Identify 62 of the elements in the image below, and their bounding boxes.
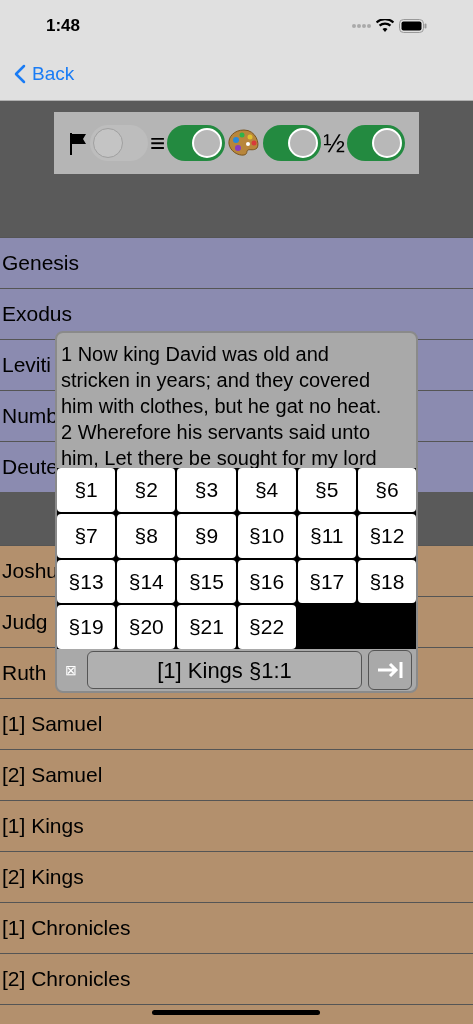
- verse-text-line: 2 Wherefore his servants said unto: [61, 420, 372, 445]
- book-row[interactable]: [2] Kings: [0, 851, 473, 902]
- flag-icon: [68, 131, 89, 155]
- book-title: Exodus: [2, 301, 73, 328]
- chapter-button[interactable]: §6: [357, 468, 416, 512]
- book-title: Ruth: [2, 660, 47, 687]
- chapter-button[interactable]: §17: [297, 559, 356, 604]
- chapter-button[interactable]: §13: [57, 559, 116, 604]
- book-row[interactable]: [2] Chronicles: [0, 953, 473, 1004]
- chapter-button[interactable]: §11: [297, 513, 356, 558]
- book-title: Genesis: [2, 250, 80, 277]
- book-row[interactable]: Genesis: [0, 237, 473, 288]
- book-row[interactable]: [1] Samuel: [0, 698, 473, 749]
- book-row[interactable]: [1] Chronicles: [0, 902, 473, 953]
- verse-text-line: him, Let there be sought for my lord: [61, 446, 378, 471]
- chapter-button[interactable]: §12: [357, 513, 416, 558]
- status-time: 1:48: [46, 15, 81, 38]
- toggle-label: ≡: [150, 130, 166, 156]
- chapter-button[interactable]: §20: [117, 605, 176, 649]
- toggle-label: ½: [323, 130, 345, 156]
- book-title: Leviti: [2, 352, 52, 379]
- chapter-button[interactable]: §16: [237, 559, 296, 604]
- book-title: Deute: [2, 454, 59, 481]
- go-button[interactable]: [368, 650, 412, 690]
- palette-icon: [227, 128, 262, 158]
- reference-field[interactable]: [1] Kings §1:1: [86, 651, 363, 689]
- book-title: [1] Chronicles: [2, 915, 131, 942]
- chapter-button[interactable]: §7: [57, 513, 116, 558]
- chapter-button[interactable]: §10: [237, 513, 296, 558]
- chapter-button[interactable]: §21: [177, 605, 236, 649]
- book-title: [2] Kings: [2, 864, 84, 891]
- chapter-button[interactable]: §9: [177, 513, 236, 558]
- wifi-icon: [376, 19, 394, 33]
- toggle-switch[interactable]: [263, 125, 322, 161]
- book-title: [1] Kings: [2, 813, 84, 840]
- chapter-button[interactable]: §14: [117, 559, 176, 604]
- chapter-button[interactable]: §19: [57, 605, 116, 649]
- chapter-button[interactable]: §5: [297, 468, 356, 512]
- book-title: [2] Chronicles: [2, 966, 131, 993]
- chapter-button[interactable]: §8: [117, 513, 176, 558]
- signal-icon: [351, 23, 371, 29]
- chapter-button[interactable]: §3: [177, 468, 236, 512]
- verse-text-line: 1 Now king David was old and: [61, 342, 330, 367]
- toggle-switch[interactable]: [90, 125, 149, 161]
- book-title: Judg: [2, 609, 48, 636]
- chapter-button[interactable]: §1: [57, 468, 116, 512]
- chapter-button[interactable]: §22: [237, 605, 296, 649]
- book-title: [2] Samuel: [2, 762, 103, 789]
- battery-icon: [399, 19, 427, 33]
- chapter-button[interactable]: §2: [117, 468, 176, 512]
- chapter-button[interactable]: §15: [177, 559, 236, 604]
- chevron-left-icon: [14, 64, 26, 84]
- book-row[interactable]: [2] Samuel: [0, 749, 473, 800]
- verse-text-line: stricken in years; and they covered: [61, 368, 372, 393]
- chapter-button[interactable]: §4: [237, 468, 296, 512]
- verse-text-line: him with clothes, but he gat no heat.: [61, 394, 383, 419]
- chapter-button[interactable]: §18: [357, 559, 416, 604]
- arrow-to-bar-icon: [377, 661, 404, 679]
- book-row[interactable]: [1] Kings: [0, 800, 473, 851]
- book-title: [1] Samuel: [2, 711, 103, 738]
- toggle-switch[interactable]: [167, 125, 226, 161]
- toggle-switch[interactable]: [346, 125, 405, 161]
